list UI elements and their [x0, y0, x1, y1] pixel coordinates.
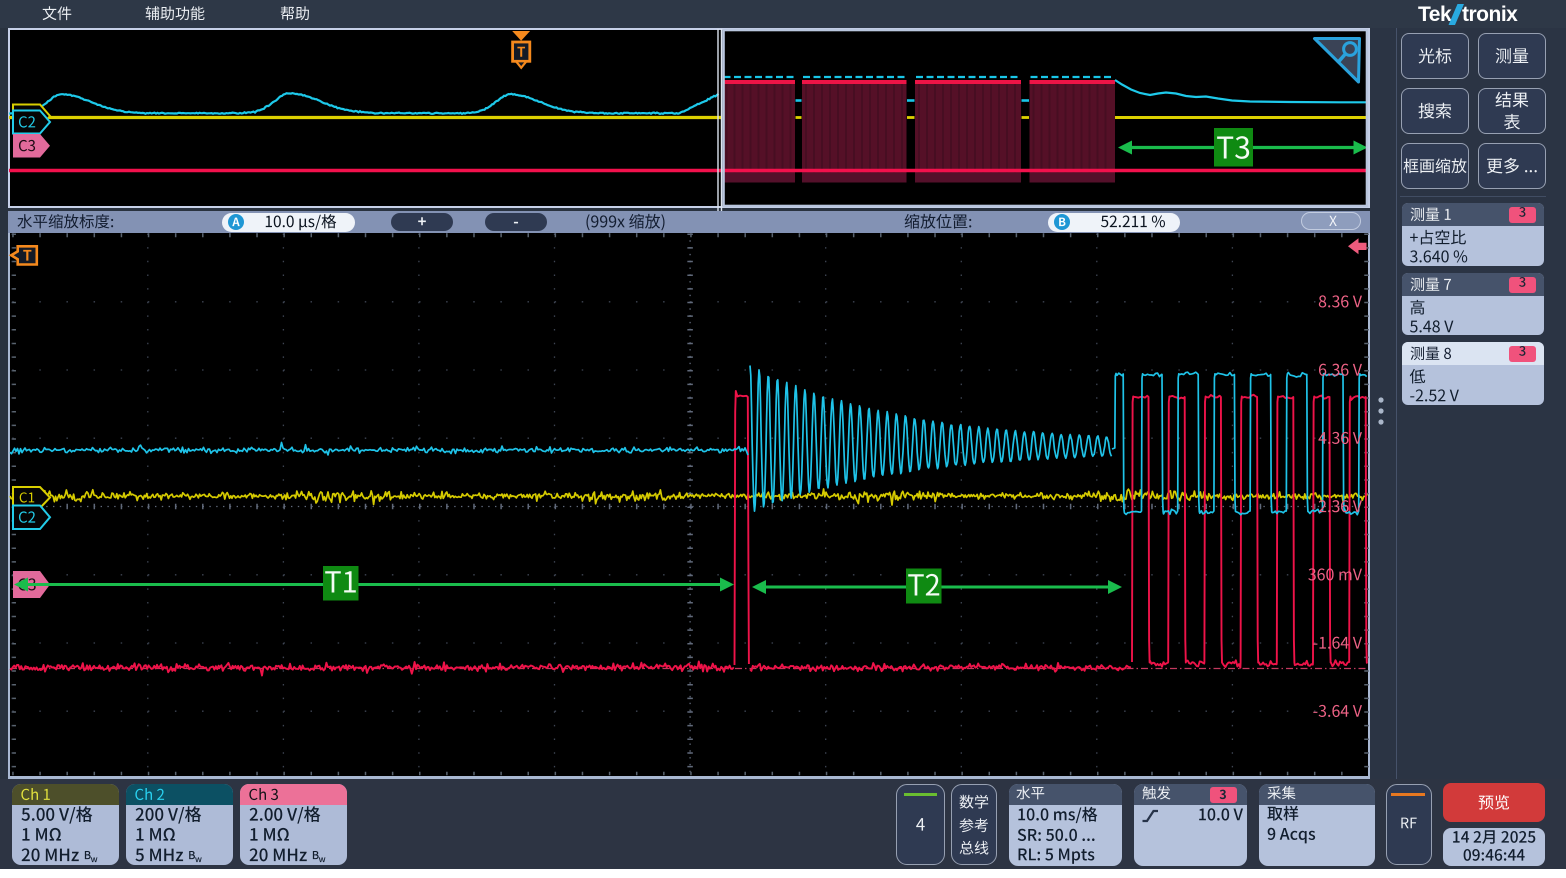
svg-text:Tek: Tek: [1418, 3, 1452, 25]
svg-text:tronix: tronix: [1462, 3, 1518, 25]
